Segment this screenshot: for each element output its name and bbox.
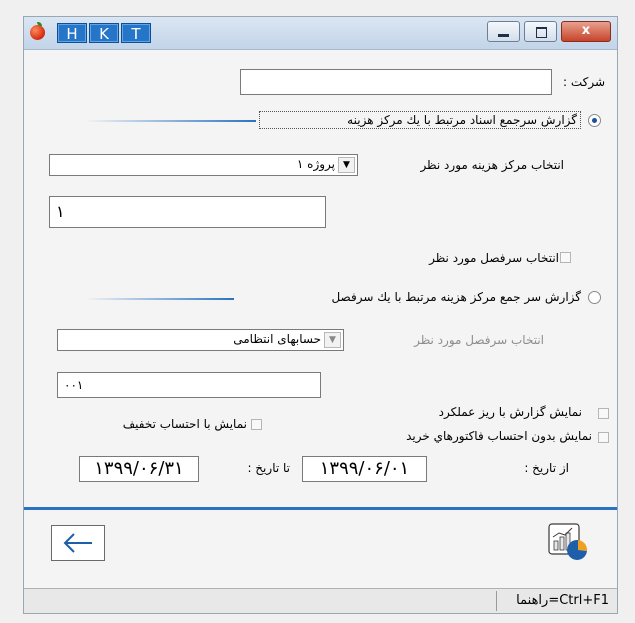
company-input[interactable]: [240, 69, 552, 95]
no-purchase-checkbox[interactable]: [598, 432, 609, 443]
h-button[interactable]: H: [57, 23, 87, 43]
select-account-label: انتخاب سرفصل مورد نظر: [429, 251, 559, 265]
from-date-label: از تاریخ :: [524, 461, 569, 475]
arrow-left-icon: [63, 533, 92, 553]
to-date-input[interactable]: ۱۳۹۹/۰۶/۳۱: [79, 456, 199, 482]
chevron-down-icon[interactable]: ▼: [324, 332, 341, 348]
cost-center-label: انتخاب مرکز هزینه مورد نظر: [420, 158, 564, 172]
discount-label: نمایش با احتساب تخفیف: [122, 417, 247, 431]
report-window: H K T x شرکت : گزارش سرجمع اسناد مرتبط ب…: [23, 16, 618, 614]
maximize-button[interactable]: [524, 21, 557, 42]
account-value: حسابهای انتظامی: [233, 332, 321, 346]
close-icon: x: [581, 23, 591, 38]
footer-divider: [24, 507, 617, 510]
t-button[interactable]: T: [121, 23, 151, 43]
to-date-label: تا تاریخ :: [247, 461, 290, 475]
cost-center-value: پروژه ۱: [296, 157, 335, 171]
cost-center-code-input[interactable]: ۱: [49, 196, 326, 228]
close-button[interactable]: x: [561, 21, 611, 42]
select-account-checkbox[interactable]: [560, 252, 571, 263]
section-divider-1: [84, 120, 256, 122]
status-bar: راهنما=Ctrl+F1: [24, 588, 617, 613]
account-label: انتخاب سرفصل مورد نظر: [414, 333, 544, 347]
option1-radio[interactable]: [588, 114, 601, 127]
account-select[interactable]: حسابهای انتظامی ▼: [57, 329, 344, 351]
maximize-icon: [536, 27, 547, 38]
back-button[interactable]: [51, 525, 105, 561]
minimize-button[interactable]: [487, 21, 520, 42]
help-shortcut-text: راهنما=Ctrl+F1: [516, 593, 609, 608]
detail-label: نمایش گزارش با ریز عملکرد: [438, 405, 582, 419]
from-date-input[interactable]: ۱۳۹۹/۰۶/۰۱: [302, 456, 427, 482]
app-icon: [30, 22, 45, 40]
chevron-down-icon[interactable]: ▼: [338, 157, 355, 173]
chart-report-icon: [548, 523, 588, 560]
status-separator: [496, 591, 497, 611]
discount-checkbox[interactable]: [251, 419, 262, 430]
option1-label[interactable]: گزارش سرجمع اسناد مرتبط با یك مرکز هزینه: [259, 111, 581, 129]
minimize-icon: [498, 34, 509, 37]
cost-center-select[interactable]: پروژه ۱ ▼: [49, 154, 358, 176]
no-purchase-label: نمایش بدون احتساب فاکتورهاي خريد: [406, 429, 592, 443]
option2-label[interactable]: گزارش سر جمع مرکز هزینه مرتبط با یك سرفص…: [239, 290, 581, 304]
title-bar: H K T x: [24, 17, 617, 50]
company-label: شرکت :: [562, 75, 605, 89]
detail-checkbox[interactable]: [598, 408, 609, 419]
section-divider-2: [84, 298, 234, 300]
report-button[interactable]: [547, 522, 589, 564]
option2-radio[interactable]: [588, 291, 601, 304]
k-button[interactable]: K: [89, 23, 119, 43]
account-code-input[interactable]: ۰۰۱: [57, 372, 321, 398]
